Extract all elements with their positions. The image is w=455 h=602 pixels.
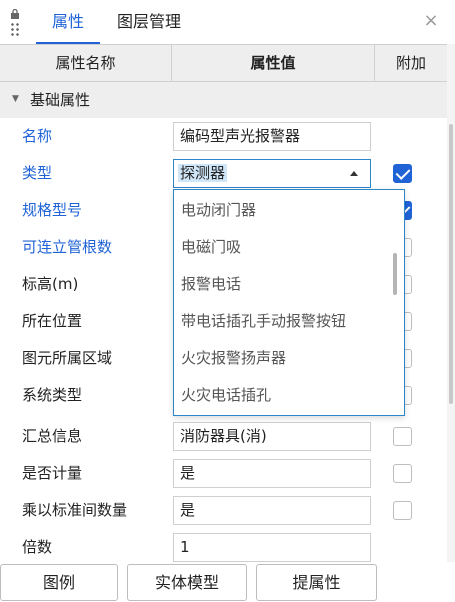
property-name: 系统类型 <box>22 386 83 404</box>
close-icon[interactable]: × <box>421 11 441 31</box>
dropdown-option[interactable]: 报警电话 <box>174 266 394 303</box>
caret-up-icon[interactable] <box>350 171 358 176</box>
property-value-input[interactable]: 1 <box>173 533 371 562</box>
property-name: 类型 <box>22 164 53 182</box>
caret-down-icon[interactable]: ▼ <box>12 94 19 104</box>
property-name: 乘以标准间数量 <box>22 501 128 519</box>
extra-checkbox[interactable] <box>393 427 412 446</box>
property-value-input[interactable]: 是 <box>173 459 371 488</box>
property-row: 倍数 1 <box>0 529 447 566</box>
property-name: 标高(m) <box>22 275 79 293</box>
panel-scrollbar[interactable] <box>447 44 455 564</box>
property-row: 乘以标准间数量 是 <box>0 492 447 529</box>
extra-checkbox[interactable] <box>393 464 412 483</box>
property-name: 名称 <box>22 127 53 145</box>
panel-scrollbar-thumb[interactable] <box>449 124 453 404</box>
type-select-value: 探测器 <box>178 164 228 182</box>
property-name: 是否计量 <box>22 464 83 482</box>
column-header-value: 属性值 <box>172 45 375 81</box>
extra-checkbox[interactable] <box>393 164 412 183</box>
dropdown-option[interactable]: 带电话插孔手动报警按钮 <box>174 303 394 340</box>
extra-checkbox[interactable] <box>393 501 412 520</box>
dropdown-option[interactable]: 火灾电话插孔 <box>174 377 394 414</box>
property-name: 所在位置 <box>22 312 83 330</box>
property-name: 图元所属区域 <box>22 349 113 367</box>
property-name: 汇总信息 <box>22 427 83 445</box>
property-value-input[interactable]: 消防器具(消) <box>173 422 371 451</box>
tab-properties[interactable]: 属性 <box>36 0 100 44</box>
panel-tabbar: 属性 图层管理 × <box>0 0 455 44</box>
property-grid-header: 属性名称 属性值 附加 <box>0 44 447 82</box>
type-dropdown-list: 电动闭门器 电磁门吸 报警电话 带电话插孔手动报警按钮 火灾报警扬声器 火灾电话… <box>173 189 405 416</box>
lock-icon <box>11 9 19 19</box>
dropdown-scrollbar[interactable] <box>393 253 397 295</box>
property-name: 规格型号 <box>22 201 83 219</box>
tab-layer-management[interactable]: 图层管理 <box>117 0 199 44</box>
type-select[interactable]: 探测器 <box>173 159 371 188</box>
property-value-input[interactable]: 是 <box>173 496 371 525</box>
property-row: 名称 编码型声光报警器 <box>0 118 447 155</box>
group-basic-properties[interactable]: ▼ 基础属性 <box>0 82 447 118</box>
bottom-toolbar: 图例 实体模型 提属性 <box>0 562 455 602</box>
property-row: 汇总信息 消防器具(消) <box>0 418 447 455</box>
property-name: 倍数 <box>22 538 53 556</box>
group-label: 基础属性 <box>30 91 91 109</box>
grip-dots-icon <box>10 22 20 36</box>
solid-model-button[interactable]: 实体模型 <box>127 564 247 601</box>
extract-properties-button[interactable]: 提属性 <box>256 564 377 601</box>
drag-handle[interactable] <box>8 9 22 37</box>
dropdown-option[interactable]: 电动闭门器 <box>174 192 394 229</box>
dropdown-option[interactable]: 火灾报警扬声器 <box>174 340 394 377</box>
column-header-extra: 附加 <box>395 54 426 72</box>
property-row: 类型 探测器 <box>0 155 447 192</box>
property-name: 可连立管根数 <box>22 238 113 256</box>
property-row: 是否计量 是 <box>0 455 447 492</box>
property-value-input[interactable]: 编码型声光报警器 <box>173 122 371 151</box>
legend-button[interactable]: 图例 <box>0 564 118 601</box>
column-header-name: 属性名称 <box>0 45 172 81</box>
dropdown-option[interactable]: 电磁门吸 <box>174 229 394 266</box>
